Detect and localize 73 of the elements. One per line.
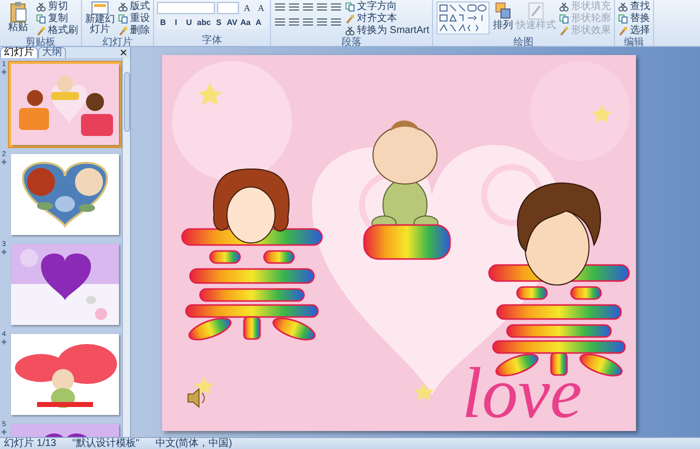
style-icon <box>527 1 546 21</box>
command-button[interactable]: 替换 <box>618 13 650 25</box>
command-button[interactable]: 重设 <box>118 13 150 25</box>
command-button[interactable]: 复制 <box>36 13 78 25</box>
clipboard-icon <box>9 1 27 23</box>
scissors-icon <box>559 2 570 12</box>
copy-icon <box>118 14 128 24</box>
slide-icon <box>91 1 109 15</box>
command-button[interactable]: 选择 <box>618 25 650 37</box>
animation-icon <box>1 69 7 75</box>
command-button[interactable]: 转换为 SmartArt <box>345 25 430 37</box>
format-button[interactable]: abc <box>196 17 212 29</box>
scissors-icon <box>36 2 46 12</box>
large-button[interactable]: 排列 <box>493 1 514 31</box>
format-button[interactable]: I <box>170 17 182 29</box>
scissors-icon <box>345 26 355 36</box>
font-size-button[interactable]: A <box>241 2 253 14</box>
command-button[interactable]: 删除 <box>118 25 150 37</box>
group-label: 字体 <box>201 35 223 46</box>
group-label: 段落 <box>340 37 363 48</box>
panel-tab[interactable]: 幻灯片 <box>0 47 38 58</box>
command-button[interactable]: 版式 <box>118 1 150 13</box>
brush-icon <box>618 26 628 36</box>
copy-icon <box>36 14 46 24</box>
align-icon[interactable] <box>316 17 328 27</box>
copy-icon <box>345 2 355 12</box>
command-button[interactable]: 查找 <box>618 1 650 13</box>
animation-icon <box>1 249 7 255</box>
copy-icon <box>618 14 628 24</box>
scrollbar[interactable] <box>122 58 130 437</box>
brush-icon <box>118 26 128 36</box>
shapes-gallery[interactable] <box>436 1 490 35</box>
list-icon[interactable] <box>274 2 286 12</box>
scissors-icon <box>618 2 628 12</box>
copy-icon <box>559 14 570 24</box>
brush-icon <box>345 14 355 24</box>
status-text: "默认设计模板" <box>72 438 140 448</box>
brush-icon <box>559 26 570 36</box>
align-icon[interactable] <box>302 17 314 27</box>
status-text: 幻灯片 1/13 <box>4 438 56 448</box>
format-button[interactable]: B <box>157 17 169 29</box>
love-caption: love <box>462 353 582 431</box>
command-button[interactable]: 文字方向 <box>345 1 430 13</box>
close-icon[interactable] <box>120 49 127 56</box>
group-label: 幻灯片 <box>102 37 134 48</box>
align-icon[interactable] <box>288 17 300 27</box>
group-label: 剪贴板 <box>26 37 56 48</box>
font-size-button[interactable]: A <box>255 2 267 14</box>
font-size-field[interactable] <box>217 2 239 14</box>
animation-icon <box>1 159 7 165</box>
group-label: 绘图 <box>512 37 535 48</box>
animation-icon <box>1 339 7 345</box>
large-button[interactable]: 新建幻灯片 <box>85 1 115 35</box>
scissors-icon <box>118 2 128 12</box>
panel-tab[interactable]: 大纲 <box>38 47 66 58</box>
command-button[interactable]: 对齐文本 <box>345 13 430 25</box>
command-button[interactable]: 格式刷 <box>36 25 78 37</box>
format-button[interactable]: A <box>252 17 265 29</box>
arrange-icon <box>494 1 512 21</box>
format-button[interactable]: AV <box>226 17 238 29</box>
list-icon[interactable] <box>288 2 300 12</box>
command-button[interactable]: 剪切 <box>36 1 78 13</box>
animation-icon <box>1 429 7 435</box>
large-button[interactable]: 粘贴 <box>3 1 33 33</box>
align-icon[interactable] <box>274 17 286 27</box>
speaker-icon[interactable] <box>188 388 205 408</box>
format-button[interactable]: Aa <box>239 17 252 29</box>
group-label: 编辑 <box>623 37 646 48</box>
brush-icon <box>36 26 46 36</box>
format-button[interactable]: S <box>212 17 225 29</box>
format-button[interactable]: U <box>183 17 195 29</box>
status-text: 中文(简体，中国) <box>155 438 232 448</box>
font-name-field[interactable] <box>157 2 215 14</box>
